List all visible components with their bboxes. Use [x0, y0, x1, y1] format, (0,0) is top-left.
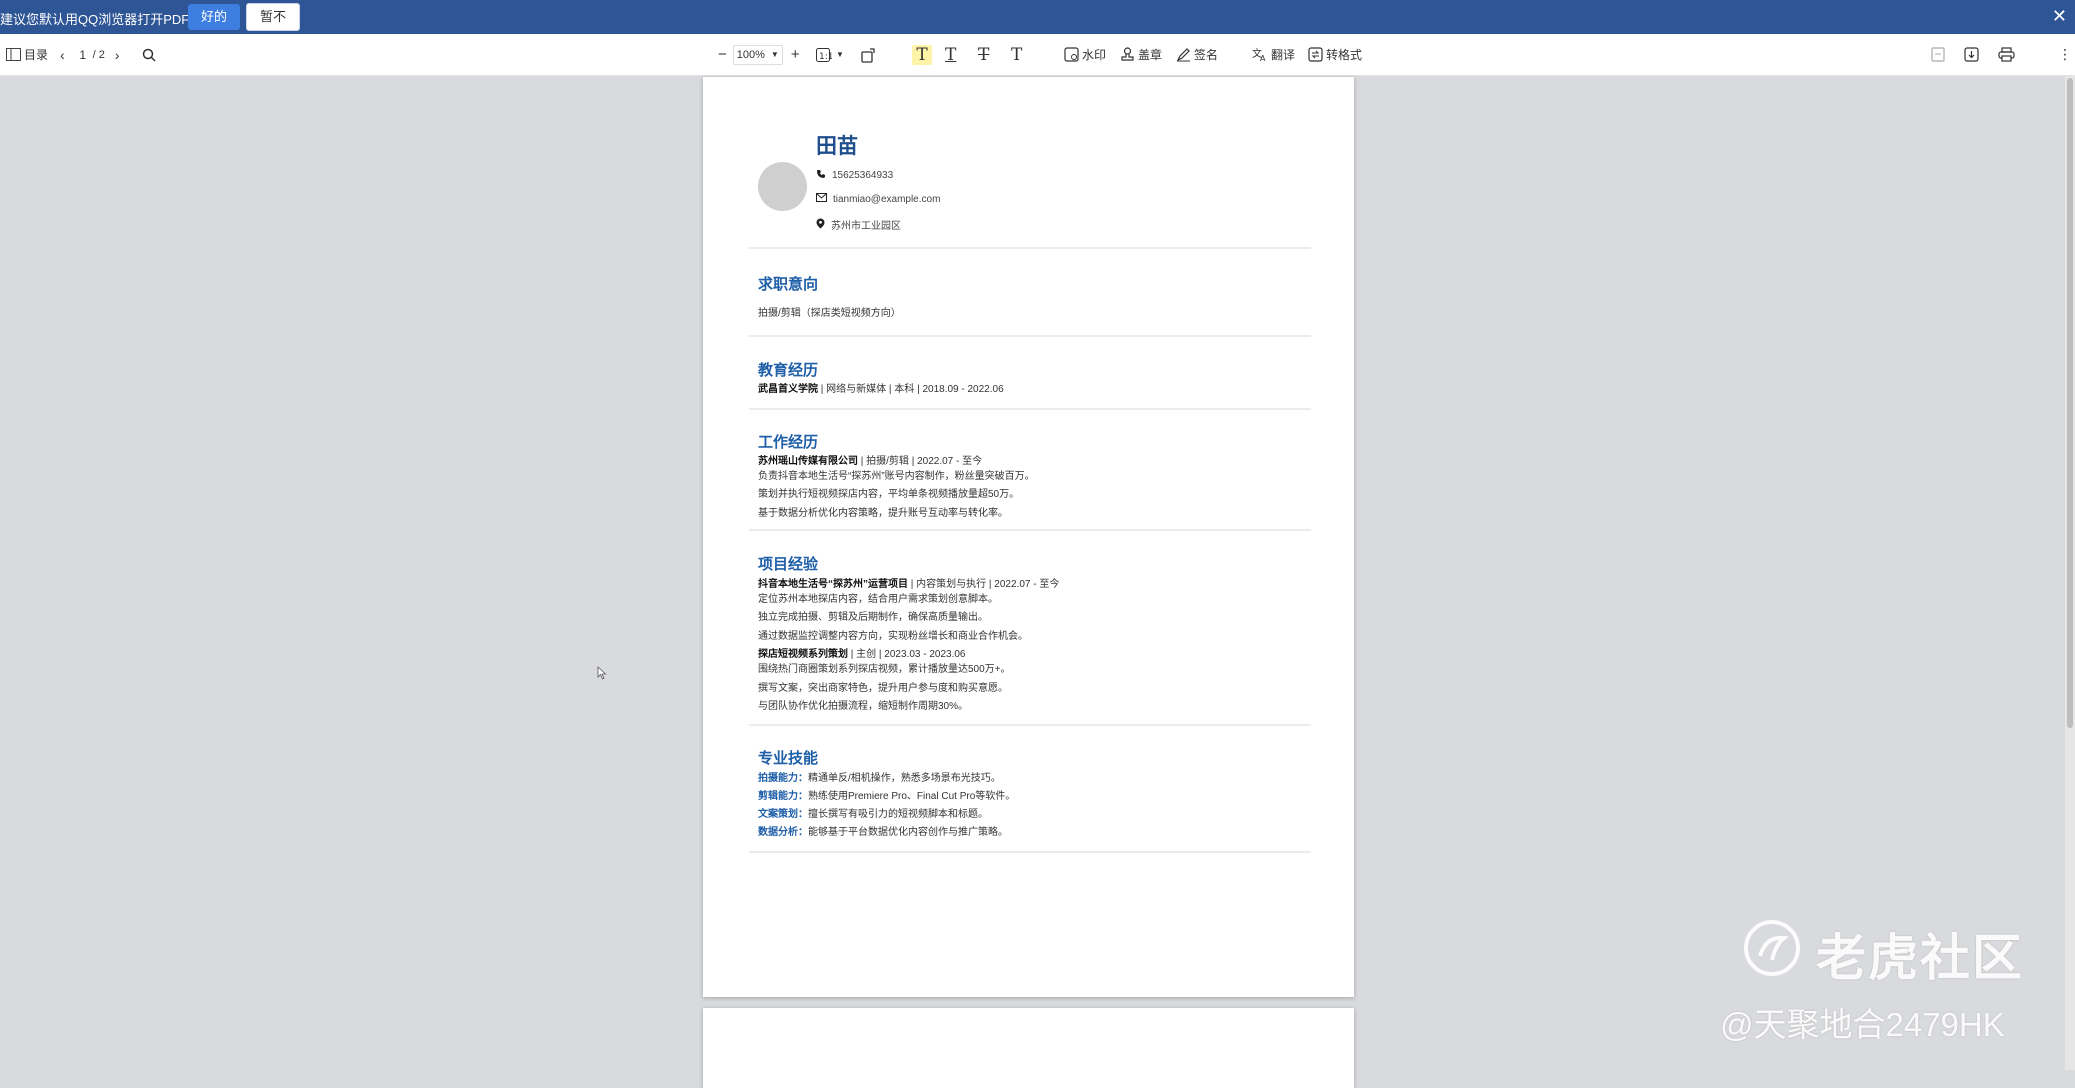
page-fit-icon[interactable]: 1:1 — [816, 47, 832, 62]
contact-email: tianmiao@example.com — [816, 193, 940, 205]
list-item: 定位苏州本地探店内容，结合用户需求策划创意脚本。 — [758, 594, 998, 605]
search-icon[interactable] — [142, 48, 156, 62]
svg-text:A: A — [1260, 54, 1266, 62]
accept-button[interactable]: 好的 — [188, 4, 240, 30]
download-icon[interactable] — [1964, 47, 1979, 62]
intent-text: 拍摄/剪辑（探店类短视频方向） — [758, 308, 901, 319]
toc-button[interactable]: 目录 — [6, 34, 48, 75]
resume-name: 田苗 — [816, 135, 858, 158]
close-icon[interactable]: ✕ — [2052, 6, 2067, 27]
divider — [749, 408, 1311, 410]
watermark-handle: @天聚地合2479HK — [1720, 1006, 2005, 1043]
convert-icon — [1308, 47, 1323, 62]
stamp-icon — [1120, 47, 1135, 62]
mouse-cursor-icon — [597, 666, 607, 685]
mail-icon — [816, 193, 827, 205]
divider — [749, 335, 1311, 337]
divider — [749, 529, 1311, 531]
next-page-icon[interactable]: › — [115, 47, 120, 63]
project-name: 抖音本地生活号“探苏州”运营项目 — [758, 579, 908, 590]
convert-label: 转格式 — [1326, 48, 1363, 62]
section-title-education: 教育经历 — [758, 362, 819, 379]
toc-icon — [6, 48, 21, 61]
pen-icon — [1176, 47, 1191, 62]
skill-item: 拍摄能力：精通单反/相机操作，熟悉多场景布光技巧。 — [758, 773, 1001, 784]
watermark-brand: 老虎社区 — [1742, 918, 2024, 990]
watermark-button[interactable]: 水印 — [1064, 34, 1106, 75]
contact-phone: 15625364933 — [816, 169, 893, 182]
translate-label: 翻译 — [1271, 48, 1296, 62]
print-icon[interactable] — [1998, 47, 2015, 62]
decline-button[interactable]: 暂不 — [246, 3, 300, 31]
text-add-icon[interactable]: T — [1011, 45, 1022, 65]
notification-message: 建议您默认用QQ浏览器打开PDF文件 — [0, 12, 216, 27]
list-item: 与团队协作优化拍摄流程，缩短制作周期30%。 — [758, 701, 969, 712]
skill-item: 剪辑能力：熟练使用Premiere Pro、Final Cut Pro等软件。 — [758, 791, 1016, 802]
contact-location: 苏州市工业园区 — [816, 217, 901, 232]
toc-label: 目录 — [24, 48, 49, 62]
company-name: 苏州瑶山传媒有限公司 — [758, 456, 858, 467]
watermark-icon — [1064, 47, 1079, 62]
document-icon[interactable] — [1931, 47, 1945, 62]
phone-icon — [816, 169, 826, 182]
pdf-page-2 — [703, 1008, 1354, 1088]
section-title-work: 工作经历 — [758, 434, 819, 451]
school-name: 武昌首义学院 — [758, 384, 818, 395]
skill-item: 文案策划：擅长撰写有吸引力的短视频脚本和标题。 — [758, 809, 988, 820]
project-name: 探店短视频系列策划 — [758, 649, 848, 660]
prev-page-icon[interactable]: ‹ — [60, 47, 65, 63]
divider — [749, 247, 1311, 249]
scrollbar-thumb[interactable] — [2067, 78, 2073, 728]
pdf-page-1: 田苗 15625364933 tianmiao@example.com 苏州市工… — [703, 77, 1354, 997]
translate-icon: 文A — [1252, 47, 1268, 62]
list-item: 独立完成拍摄、剪辑及后期制作，确保高质量输出。 — [758, 612, 988, 623]
skill-item: 数据分析：能够基于平台数据优化内容创作与推广策略。 — [758, 827, 1008, 838]
more-options-icon[interactable]: ⋮ — [2058, 46, 2072, 63]
zoom-value: 100% — [736, 48, 765, 61]
list-item: 围绕热门商圈策划系列探店视频，累计播放量达500万+。 — [758, 664, 1011, 675]
list-item: 基于数据分析优化内容策略，提升账号互动率与转化率。 — [758, 508, 1008, 519]
default-reader-notification: 建议您默认用QQ浏览器打开PDF文件 好的 暂不 ✕ — [0, 0, 2075, 34]
zoom-out-icon[interactable]: − — [718, 46, 727, 63]
page-number-input[interactable]: 1 — [73, 48, 93, 62]
section-title-skills: 专业技能 — [758, 750, 819, 767]
sign-label: 签名 — [1194, 48, 1219, 62]
work-header: 苏州瑶山传媒有限公司 | 拍摄/剪辑 | 2022.07 - 至今 — [758, 456, 983, 467]
education-line: 武昌首义学院 | 网络与新媒体 | 本科 | 2018.09 - 2022.06 — [758, 384, 1004, 395]
pdf-toolbar: 目录 ‹ 1 / 2 › − 100% ▼ + 1:1 ▼ T T T T 水印… — [0, 34, 2075, 76]
divider — [749, 851, 1311, 853]
svg-text:1:1: 1:1 — [819, 52, 832, 62]
location-pin-icon — [816, 218, 825, 232]
translate-button[interactable]: 文A 翻译 — [1252, 34, 1295, 75]
chevron-down-icon[interactable]: ▼ — [836, 50, 844, 59]
stamp-button[interactable]: 盖章 — [1120, 34, 1162, 75]
vertical-scrollbar[interactable] — [2065, 76, 2075, 1070]
convert-button[interactable]: 转格式 — [1308, 34, 1362, 75]
text-underline-icon[interactable]: T — [945, 45, 956, 65]
list-item: 撰写文案，突出商家特色，提升用户参与度和购买意愿。 — [758, 683, 1008, 694]
watermark-label: 水印 — [1082, 48, 1107, 62]
chevron-down-icon: ▼ — [770, 50, 779, 59]
total-pages: / 2 — [92, 48, 105, 61]
rotate-icon[interactable] — [861, 47, 877, 63]
avatar — [758, 162, 807, 211]
stamp-label: 盖章 — [1138, 48, 1163, 62]
divider — [749, 724, 1311, 726]
sign-button[interactable]: 签名 — [1176, 34, 1218, 75]
zoom-in-icon[interactable]: + — [791, 46, 800, 63]
text-strikethrough-icon[interactable]: T — [978, 45, 989, 65]
section-title-projects: 项目经验 — [758, 556, 819, 573]
project-header: 抖音本地生活号“探苏州”运营项目 | 内容策划与执行 | 2022.07 - 至… — [758, 579, 1060, 590]
list-item: 策划并执行短视频探店内容，平均单条视频播放量超50万。 — [758, 489, 1020, 500]
project-header: 探店短视频系列策划 | 主创 | 2023.03 - 2023.06 — [758, 649, 966, 660]
zoom-select[interactable]: 100% ▼ — [732, 44, 783, 65]
list-item: 通过数据监控调整内容方向，实现粉丝增长和商业合作机会。 — [758, 631, 1028, 642]
text-highlight-icon[interactable]: T — [912, 44, 932, 65]
brand-logo-icon — [1742, 918, 1802, 990]
list-item: 负责抖音本地生活号“探苏州”账号内容制作，粉丝量突破百万。 — [758, 471, 1035, 482]
section-title-intent: 求职意向 — [758, 276, 819, 293]
